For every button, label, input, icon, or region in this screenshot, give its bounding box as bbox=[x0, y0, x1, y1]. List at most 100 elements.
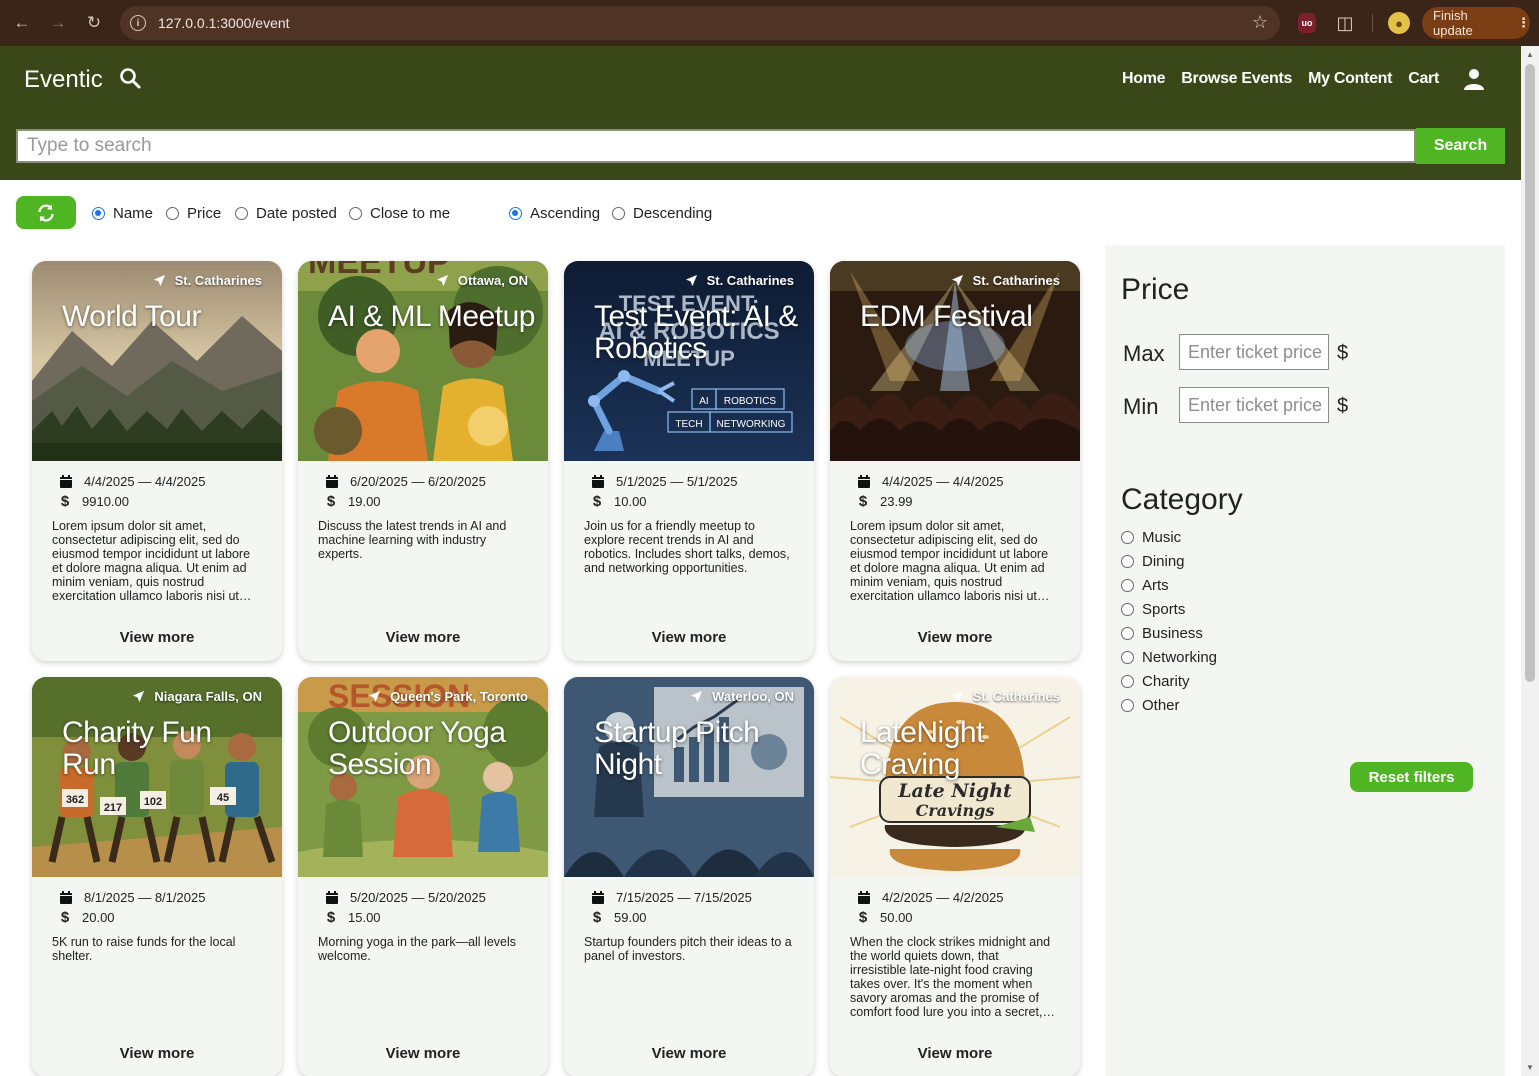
search-bar bbox=[16, 129, 1416, 163]
finish-update-button[interactable]: Finish update ⋮ bbox=[1422, 7, 1530, 39]
sort-date-label: Date posted bbox=[256, 205, 337, 222]
category-other[interactable]: Other bbox=[1121, 697, 1180, 714]
order-ascending-radio[interactable]: Ascending bbox=[509, 205, 600, 222]
location-text: Ottawa, ON bbox=[457, 273, 528, 288]
site-info-icon[interactable]: i bbox=[130, 15, 146, 31]
sort-bar: Name Price Date posted Close to me Ascen… bbox=[0, 196, 1100, 230]
calendar-icon bbox=[858, 891, 870, 904]
view-more-link[interactable]: View more bbox=[830, 629, 1080, 646]
event-price: $ 20.00 bbox=[58, 909, 115, 926]
reload-icon[interactable]: ↻ bbox=[82, 11, 106, 35]
view-more-link[interactable]: View more bbox=[298, 1045, 548, 1062]
event-dates: 5/20/2025 — 5/20/2025 bbox=[324, 890, 486, 905]
event-card[interactable]: MEETUP Ottawa, ON AI & ML Meetup 6/20/20… bbox=[298, 261, 548, 661]
search-icon[interactable] bbox=[118, 66, 142, 90]
view-more-link[interactable]: View more bbox=[564, 629, 814, 646]
nav-cart[interactable]: Cart bbox=[1408, 70, 1439, 88]
category-networking[interactable]: Networking bbox=[1121, 649, 1217, 666]
category-label: Music bbox=[1142, 529, 1182, 546]
max-price-field bbox=[1179, 334, 1329, 370]
event-card[interactable]: TEST EVENT: AI & ROBOTICS MEETUP AI ROBO… bbox=[564, 261, 814, 661]
event-card[interactable]: St. Catharines EDM Festival 4/4/2025 — 4… bbox=[830, 261, 1080, 661]
dollar-icon: $ bbox=[326, 909, 336, 926]
radio-dot bbox=[1121, 651, 1134, 664]
location-text: St. Catharines bbox=[972, 689, 1060, 704]
profile-avatar-icon[interactable]: ● bbox=[1388, 12, 1410, 34]
refresh-button[interactable] bbox=[16, 196, 76, 229]
sort-close-radio[interactable]: Close to me bbox=[349, 205, 450, 222]
location-arrow-icon bbox=[436, 274, 448, 287]
event-image-meetup-illustration: MEETUP bbox=[298, 261, 548, 461]
category-business[interactable]: Business bbox=[1121, 625, 1203, 642]
search-input[interactable] bbox=[18, 131, 1414, 161]
view-more-link[interactable]: View more bbox=[32, 1045, 282, 1062]
sort-close-label: Close to me bbox=[370, 205, 451, 222]
dollar-icon: $ bbox=[60, 909, 70, 926]
extensions-icon[interactable]: ◫ bbox=[1334, 12, 1356, 34]
scroll-down-icon[interactable]: ▼ bbox=[1526, 1063, 1534, 1072]
event-description: Lorem ipsum dolor sit amet, consectetur … bbox=[850, 519, 1049, 603]
poster-tag: NETWORKING bbox=[717, 419, 786, 430]
search-button[interactable]: Search bbox=[1416, 128, 1505, 164]
category-label: Other bbox=[1142, 697, 1180, 714]
brand-logo[interactable]: Eventic bbox=[24, 66, 103, 94]
address-bar[interactable]: i 127.0.0.1:3000/event ☆ bbox=[120, 6, 1280, 40]
location-tag: Queen's Park, Toronto bbox=[368, 689, 528, 704]
bookmark-star-icon[interactable]: ☆ bbox=[1252, 12, 1268, 33]
order-descending-radio[interactable]: Descending bbox=[612, 205, 712, 222]
event-card[interactable]: Late Night Cravings St. Catharines LateN… bbox=[830, 677, 1080, 1076]
dollar-icon: $ bbox=[326, 493, 336, 510]
category-music[interactable]: Music bbox=[1121, 529, 1181, 546]
location-tag: St. Catharines bbox=[951, 689, 1060, 704]
category-sports[interactable]: Sports bbox=[1121, 601, 1185, 618]
radio-dot bbox=[1121, 627, 1134, 640]
event-title: Test Event: AI & Robotics bbox=[594, 300, 798, 365]
sort-name-radio[interactable]: Name bbox=[92, 205, 153, 222]
event-price: $ 23.99 bbox=[856, 493, 913, 510]
category-charity[interactable]: Charity bbox=[1121, 673, 1190, 690]
event-price: $ 9910.00 bbox=[58, 493, 129, 510]
location-tag: Ottawa, ON bbox=[436, 273, 528, 288]
event-card[interactable]: Waterloo, ON Startup Pitch Night 7/15/20… bbox=[564, 677, 814, 1076]
reset-filters-button[interactable]: Reset filters bbox=[1350, 762, 1473, 792]
max-price-input[interactable] bbox=[1180, 335, 1328, 369]
event-card[interactable]: St. Catharines World Tour 4/4/2025 — 4/4… bbox=[32, 261, 282, 661]
event-dates-text: 4/2/2025 — 4/2/2025 bbox=[882, 890, 1004, 905]
nav-browse-events[interactable]: Browse Events bbox=[1181, 70, 1292, 88]
sort-price-radio[interactable]: Price bbox=[166, 205, 221, 222]
user-icon[interactable] bbox=[1463, 68, 1485, 90]
view-more-link[interactable]: View more bbox=[298, 629, 548, 646]
category-arts[interactable]: Arts bbox=[1121, 577, 1169, 594]
toolbar-divider bbox=[1372, 14, 1373, 32]
event-image-concert bbox=[830, 261, 1080, 461]
event-price: $ 50.00 bbox=[856, 909, 913, 926]
location-arrow-icon bbox=[951, 274, 963, 287]
sort-date-radio[interactable]: Date posted bbox=[235, 205, 337, 222]
dollar-icon: $ bbox=[592, 909, 602, 926]
nav-home[interactable]: Home bbox=[1122, 70, 1166, 88]
event-description: Lorem ipsum dolor sit amet, consectetur … bbox=[52, 519, 251, 603]
nav-my-content[interactable]: My Content bbox=[1308, 70, 1392, 88]
max-price-label: Max bbox=[1123, 341, 1165, 366]
view-more-link[interactable]: View more bbox=[564, 1045, 814, 1062]
view-more-link[interactable]: View more bbox=[32, 629, 282, 646]
back-icon[interactable]: ← bbox=[10, 11, 34, 35]
calendar-icon bbox=[326, 891, 338, 904]
category-dining[interactable]: Dining bbox=[1121, 553, 1185, 570]
page-scrollbar[interactable]: ▲ ▼ bbox=[1521, 46, 1539, 1076]
min-price-input[interactable] bbox=[1180, 388, 1328, 422]
event-card[interactable]: SESSION Queen's Park, Toronto Outdoor Yo… bbox=[298, 677, 548, 1076]
scroll-up-icon[interactable]: ▲ bbox=[1526, 50, 1534, 59]
radio-dot bbox=[1121, 531, 1134, 544]
event-card[interactable]: 362 217 102 45 Niagara Falls, ON Charity… bbox=[32, 677, 282, 1076]
main-nav: Home Browse Events My Content Cart bbox=[1106, 68, 1485, 90]
radio-dot bbox=[1121, 603, 1134, 616]
forward-icon[interactable]: → bbox=[46, 11, 70, 35]
ublock-icon[interactable]: uo bbox=[1298, 13, 1316, 33]
event-title: Startup Pitch Night bbox=[594, 716, 760, 781]
event-dates: 5/1/2025 — 5/1/2025 bbox=[590, 474, 737, 489]
min-price-label: Min bbox=[1123, 394, 1159, 419]
view-more-link[interactable]: View more bbox=[830, 1045, 1080, 1062]
location-tag: St. Catharines bbox=[685, 273, 794, 288]
scrollbar-thumb[interactable] bbox=[1525, 64, 1535, 682]
